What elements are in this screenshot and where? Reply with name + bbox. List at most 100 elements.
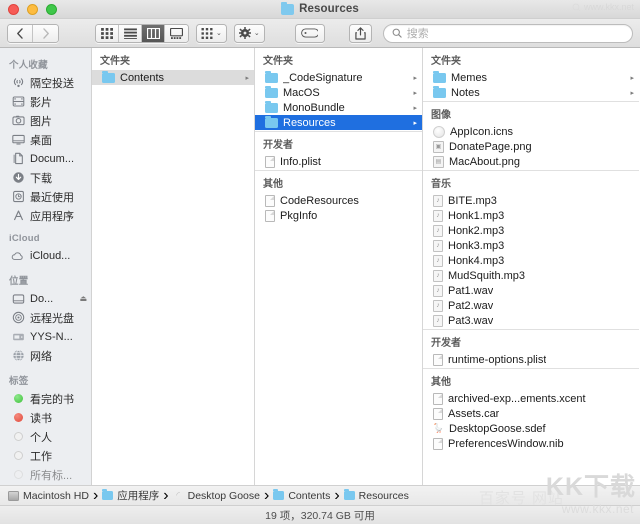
sidebar-item-desktop[interactable]: 桌面 bbox=[0, 130, 91, 149]
sidebar-item-tag-all-tags[interactable]: 所有标... bbox=[0, 465, 91, 484]
document-icon bbox=[433, 353, 443, 366]
sidebar-item-icloud-drive[interactable]: iCloud... bbox=[0, 246, 91, 265]
breadcrumb-resources[interactable]: Resources bbox=[343, 489, 409, 502]
breadcrumb-contents[interactable]: Contents bbox=[273, 489, 330, 502]
sidebar-item-server[interactable]: YYS-N... bbox=[0, 327, 91, 346]
sidebar-item-pictures[interactable]: 图片 bbox=[0, 111, 91, 130]
column-row-honk4-mp3[interactable]: ♪ Honk4.mp3 bbox=[423, 253, 639, 268]
search-field[interactable]: 搜索 bbox=[382, 23, 633, 43]
window-title-group: Resources bbox=[0, 0, 640, 18]
view-mode-segmented-control bbox=[95, 23, 189, 43]
sidebar-item-network[interactable]: 网络 bbox=[0, 346, 91, 365]
sidebar-item-tag-personal[interactable]: 个人 bbox=[0, 427, 91, 446]
column-row-coderesources[interactable]: CodeResources bbox=[255, 193, 422, 208]
sidebar-item-airdrop[interactable]: 隔空投送 bbox=[0, 73, 91, 92]
column-row-resources[interactable]: Resources ▸ bbox=[255, 115, 422, 130]
breadcrumb-macintosh-hd[interactable]: Macintosh HD bbox=[8, 490, 89, 502]
column-row-pkginfo[interactable]: PkgInfo bbox=[255, 208, 422, 223]
status-text: 19 项，320.74 GB 可用 bbox=[265, 509, 375, 522]
eject-icon[interactable]: ⏏ bbox=[79, 294, 87, 303]
optical-disc-icon bbox=[11, 311, 25, 325]
sidebar-item-downloads[interactable]: 下载 bbox=[0, 168, 91, 187]
sound-icon: ♪ bbox=[433, 209, 443, 222]
column-2[interactable]: 文件夹 _CodeSignature ▸ MacOS ▸ MonoBundle … bbox=[255, 48, 423, 485]
tag-button[interactable] bbox=[294, 23, 325, 43]
column-row-monobundle[interactable]: MonoBundle ▸ bbox=[255, 100, 422, 115]
row-name: archived-exp...ements.xcent bbox=[448, 392, 586, 405]
column-row-pat2-wav[interactable]: ♪ Pat2.wav bbox=[423, 298, 639, 313]
column-row-memes[interactable]: Memes ▸ bbox=[423, 70, 639, 85]
column-row-contents[interactable]: Contents ▸ bbox=[92, 70, 254, 85]
sidebar-item-tag-work[interactable]: 工作 bbox=[0, 446, 91, 465]
group-header: 其他 bbox=[423, 369, 639, 391]
zoom-icon[interactable] bbox=[46, 3, 57, 15]
column-1[interactable]: 文件夹 Contents ▸ bbox=[92, 48, 255, 485]
share-button[interactable] bbox=[348, 23, 372, 43]
row-name: Resources bbox=[283, 116, 336, 129]
group-by-button[interactable]: ⌄ bbox=[196, 23, 227, 43]
column-row-pat1-wav[interactable]: ♪ Pat1.wav bbox=[423, 283, 639, 298]
group-header: 文件夹 bbox=[423, 48, 639, 70]
row-name: CodeResources bbox=[280, 194, 359, 207]
window-body: 个人收藏 隔空投送 影片 图片 桌面 Docum... 下载 最近使用 应用程序… bbox=[0, 48, 640, 485]
column-row-macabout-png[interactable]: ▤ MacAbout.png bbox=[423, 154, 639, 169]
watermark-top-right-text: www.kkx.net bbox=[583, 2, 634, 12]
column-row-mudsquith-mp3[interactable]: ♪ MudSquith.mp3 bbox=[423, 268, 639, 283]
column-row-honk3-mp3[interactable]: ♪ Honk3.mp3 bbox=[423, 238, 639, 253]
sidebar-item-applications[interactable]: 应用程序 bbox=[0, 206, 91, 225]
close-icon[interactable] bbox=[8, 3, 19, 15]
breadcrumb-desktop-goose[interactable]: ◜ Desktop Goose bbox=[173, 490, 260, 502]
chevron-down-icon: ⌄ bbox=[216, 29, 222, 37]
app-icon: ◜ bbox=[176, 490, 180, 500]
column-row-honk1-mp3[interactable]: ♪ Honk1.mp3 bbox=[423, 208, 639, 223]
column-row-preferenceswindow-nib[interactable]: PreferencesWindow.nib bbox=[423, 436, 639, 451]
group-header: 文件夹 bbox=[92, 48, 254, 70]
sidebar-item-disk[interactable]: Do... ⏏ bbox=[0, 289, 91, 308]
column-row-bite-mp3[interactable]: ♪ BITE.mp3 bbox=[423, 193, 639, 208]
column-row-honk2-mp3[interactable]: ♪ Honk2.mp3 bbox=[423, 223, 639, 238]
column-row-pat3-wav[interactable]: ♪ Pat3.wav bbox=[423, 313, 639, 328]
airdrop-icon bbox=[11, 76, 25, 90]
sidebar-item-remote-disc[interactable]: 远程光盘 bbox=[0, 308, 91, 327]
document-icon bbox=[433, 392, 443, 405]
breadcrumb-separator: › bbox=[334, 486, 340, 504]
column-row-assets-car[interactable]: Assets.car bbox=[423, 406, 639, 421]
downloads-icon bbox=[11, 171, 25, 185]
forward-button[interactable] bbox=[33, 24, 58, 42]
column-row-macos[interactable]: MacOS ▸ bbox=[255, 85, 422, 100]
sidebar-item-documents[interactable]: Docum... bbox=[0, 149, 91, 168]
column-row-notes[interactable]: Notes ▸ bbox=[423, 85, 639, 100]
action-menu-button[interactable]: ⌄ bbox=[233, 23, 265, 43]
row-name: runtime-options.plist bbox=[448, 353, 547, 366]
sidebar-item-recents[interactable]: 最近使用 bbox=[0, 187, 91, 206]
column-row-desktopgoose-sdef[interactable]: 🪿 DesktopGoose.sdef bbox=[423, 421, 639, 436]
column-3[interactable]: 文件夹 Memes ▸ Notes ▸ 图像 AppIcon.icns ▣ Do… bbox=[423, 48, 639, 485]
column-row-archived-expectations-xcent[interactable]: archived-exp...ements.xcent bbox=[423, 391, 639, 406]
list-view-button[interactable] bbox=[119, 24, 142, 42]
sidebar-item-label: 个人 bbox=[30, 431, 52, 444]
goose-icon: 🪿 bbox=[432, 423, 445, 433]
breadcrumb-applications[interactable]: 应用程序 bbox=[102, 488, 159, 503]
gallery-view-button[interactable] bbox=[165, 24, 188, 42]
column-row-donatepage-png[interactable]: ▣ DonatePage.png bbox=[423, 139, 639, 154]
sidebar-item-movies[interactable]: 影片 bbox=[0, 92, 91, 111]
sidebar-item-tag-reading[interactable]: 读书 bbox=[0, 408, 91, 427]
tag-dot-green-icon bbox=[11, 392, 25, 406]
sidebar-section-icloud-header: iCloud bbox=[9, 233, 40, 244]
column-row-appicon-icns[interactable]: AppIcon.icns bbox=[423, 124, 639, 139]
icon-view-button[interactable] bbox=[96, 24, 119, 42]
column-row-info-plist[interactable]: Info.plist bbox=[255, 154, 422, 169]
disclosure-arrow-icon: ▸ bbox=[413, 74, 417, 82]
sidebar-item-tag-finished-books[interactable]: 看完的书 bbox=[0, 389, 91, 408]
column-row-codesignature[interactable]: _CodeSignature ▸ bbox=[255, 70, 422, 85]
minimize-icon[interactable] bbox=[27, 3, 38, 15]
column-row-runtime-options-plist[interactable]: runtime-options.plist bbox=[423, 352, 639, 367]
sound-icon: ♪ bbox=[433, 299, 443, 312]
back-button[interactable] bbox=[8, 24, 33, 42]
sound-icon: ♪ bbox=[433, 254, 443, 267]
document-icon bbox=[433, 407, 443, 420]
tag-dot-gray-icon bbox=[11, 449, 25, 463]
breadcrumb-label: Macintosh HD bbox=[23, 489, 89, 502]
row-name: Pat2.wav bbox=[448, 299, 494, 312]
column-view-button[interactable] bbox=[142, 24, 165, 42]
